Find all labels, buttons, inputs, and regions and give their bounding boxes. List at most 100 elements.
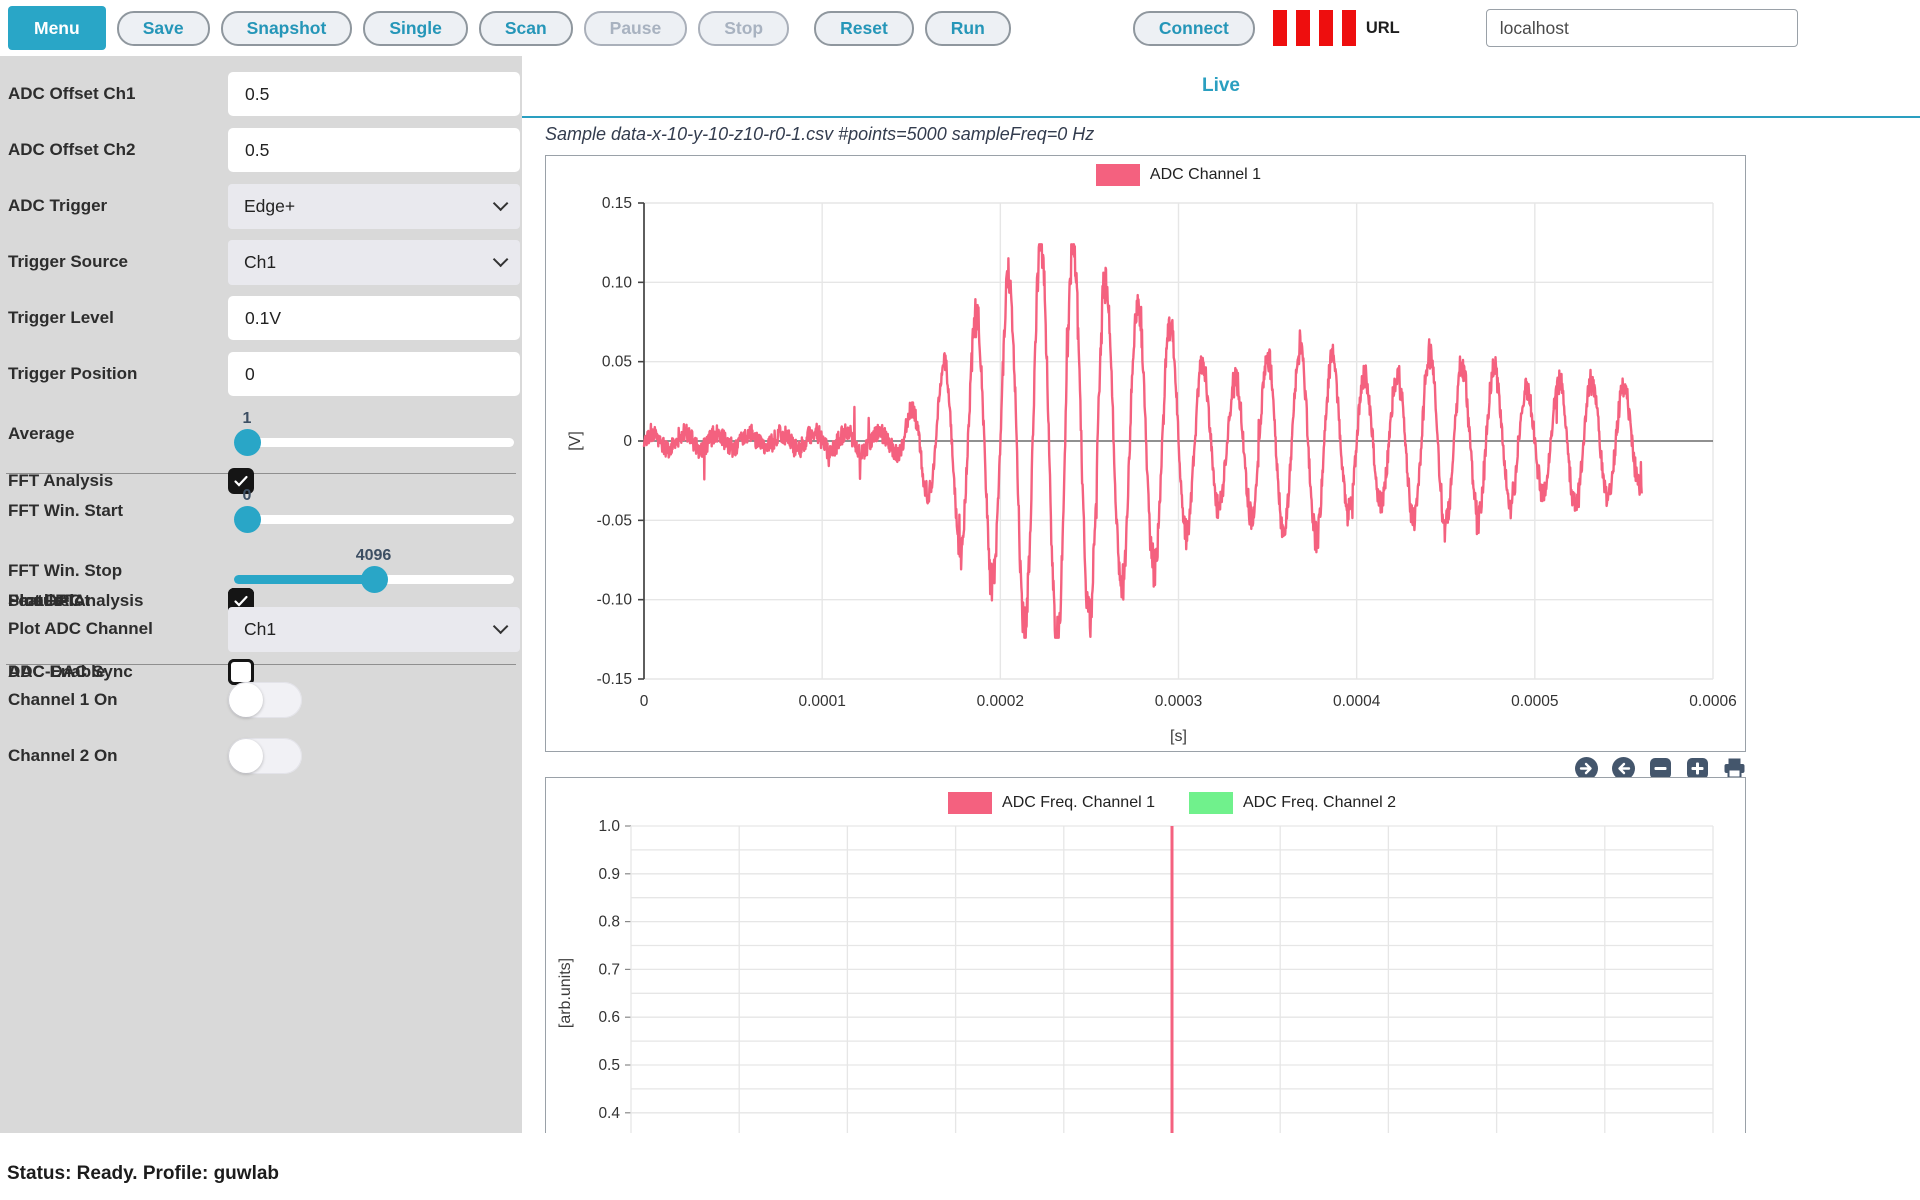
url-label: URL <box>1366 19 1400 38</box>
x-axis-title: [s] <box>1170 728 1187 745</box>
trigger-source-control: Ch1 <box>228 240 520 285</box>
y-tick-label: -0.10 <box>597 592 633 609</box>
sidebar: ADC Offset Ch1ADC Offset Ch2ADC TriggerE… <box>0 56 522 1133</box>
y-tick-label: -0.05 <box>597 512 632 529</box>
red-bar <box>1342 10 1356 46</box>
fft-win-start-value: 0 <box>243 487 252 505</box>
slider-fill <box>234 575 375 584</box>
y-tick-label: 0.5 <box>598 1057 620 1074</box>
channel-1-on-label: Channel 1 On <box>8 690 118 710</box>
frequency-plot: 1.00.90.80.70.60.50.4[arb.units] <box>546 778 1745 1133</box>
y-tick-label: 0.8 <box>598 914 620 931</box>
time-domain-plot: 00.00010.00020.00030.00040.00050.00060.1… <box>546 156 1745 751</box>
slider-track[interactable] <box>234 438 514 447</box>
toggle-knob <box>229 683 263 717</box>
save-button[interactable]: Save <box>117 11 210 46</box>
adc-offset-ch2-input[interactable] <box>228 128 520 172</box>
chevron-down-icon <box>493 251 509 267</box>
channel-2-on-control <box>228 738 520 774</box>
y-tick-label: -0.15 <box>597 671 632 688</box>
single-button[interactable]: Single <box>363 11 468 46</box>
x-tick-label: 0.0002 <box>977 693 1024 710</box>
sidebar-row-trigger-level: Trigger Level <box>0 290 522 346</box>
slider-track[interactable] <box>234 515 514 524</box>
status-bar: Status: Ready. Profile: guwlab <box>0 1133 1920 1200</box>
sidebar-row-plot-adc-channel: Plot ADC Channel Ch1 <box>0 601 522 657</box>
adc-trigger-value: Edge+ <box>244 196 295 217</box>
trigger-position-control <box>228 352 520 396</box>
toggle-knob <box>229 739 263 773</box>
trigger-position-input[interactable] <box>228 352 520 396</box>
plot-adc-channel-control: Ch1 <box>228 607 520 652</box>
y-tick-label: 0.9 <box>598 866 620 883</box>
tab-live[interactable]: Live <box>1202 75 1240 97</box>
trigger-source-label: Trigger Source <box>8 252 128 272</box>
x-tick-label: 0.0006 <box>1689 693 1736 710</box>
scan-button[interactable]: Scan <box>479 11 573 46</box>
frequency-chart: ADC Freq. Channel 1 ADC Freq. Channel 2 … <box>545 777 1746 1133</box>
y-tick-label: 0.15 <box>602 195 632 212</box>
app-root: Menu Save Snapshot Single Scan Pause Stop Reset… <box>0 0 1920 1200</box>
stop-button: Stop <box>698 11 789 46</box>
trigger-position-label: Trigger Position <box>8 364 137 384</box>
trigger-level-label: Trigger Level <box>8 308 114 328</box>
average-label: Average <box>8 424 74 444</box>
plot-adc-channel-value: Ch1 <box>244 619 276 640</box>
fft-win-stop-slider[interactable]: 4096 <box>234 549 514 593</box>
main-area: Live Sample data-x-10-y-10-z10-r0-1.csv … <box>522 56 1920 1133</box>
url-input[interactable] <box>1486 9 1798 47</box>
toolbar: Menu Save Snapshot Single Scan Pause Stop Reset… <box>0 0 1920 56</box>
channel-1-on-control <box>228 682 520 718</box>
average-slider-thumb[interactable] <box>234 429 261 456</box>
sidebar-row-trigger-position: Trigger Position <box>0 346 522 402</box>
chart-title: Sample data-x-10-y-10-z10-r0-1.csv #poin… <box>545 124 1094 145</box>
y-tick-label: 0 <box>623 433 632 450</box>
adc-offset-ch1-control <box>228 72 520 116</box>
average-value: 1 <box>243 410 252 428</box>
status-text: Status: Ready. Profile: guwlab <box>7 1163 279 1185</box>
channel-1-on-toggle[interactable] <box>228 682 302 718</box>
adc-trigger-control: Edge+ <box>228 184 520 229</box>
x-tick-label: 0.0003 <box>1155 693 1202 710</box>
y-axis-title: [V] <box>567 431 584 451</box>
run-button[interactable]: Run <box>925 11 1011 46</box>
trigger-source-value: Ch1 <box>244 252 276 273</box>
y-tick-label: 0.6 <box>598 1009 620 1026</box>
menu-button[interactable]: Menu <box>8 6 106 50</box>
x-tick-label: 0.0005 <box>1511 693 1558 710</box>
reset-button[interactable]: Reset <box>814 11 914 46</box>
y-tick-label: 0.7 <box>598 961 620 978</box>
sidebar-row-channel-1-on: Channel 1 On <box>0 672 522 728</box>
trigger-level-input[interactable] <box>228 296 520 340</box>
plot-adc-channel-label: Plot ADC Channel <box>8 619 153 639</box>
fft-win-stop-control: 4096 <box>228 549 520 593</box>
x-tick-label: 0 <box>640 693 649 710</box>
connect-button[interactable]: Connect <box>1133 11 1255 46</box>
chevron-down-icon <box>493 195 509 211</box>
y-tick-label: 0.10 <box>602 274 633 291</box>
adc-trigger-select[interactable]: Edge+ <box>228 184 520 229</box>
average-slider[interactable]: 1 <box>234 412 514 456</box>
fft-win-start-slider-thumb[interactable] <box>234 506 261 533</box>
adc-offset-ch1-input[interactable] <box>228 72 520 116</box>
plot-adc-channel-select[interactable]: Ch1 <box>228 607 520 652</box>
trigger-level-control <box>228 296 520 340</box>
adc-offset-ch2-label: ADC Offset Ch2 <box>8 140 136 160</box>
connection-status-icon <box>1273 10 1356 46</box>
fft-win-start-slider[interactable]: 0 <box>234 489 514 533</box>
chevron-down-icon <box>493 618 509 634</box>
y-tick-label: 0.4 <box>598 1105 620 1122</box>
sidebar-row-channel-2-on: Channel 2 On <box>0 728 522 784</box>
tab-bar: Live <box>522 56 1920 118</box>
trigger-source-select[interactable]: Ch1 <box>228 240 520 285</box>
average-control: 1 <box>228 412 520 456</box>
fft-win-start-label: FFT Win. Start <box>8 501 123 521</box>
red-bar <box>1296 10 1310 46</box>
x-tick-label: 0.0001 <box>798 693 845 710</box>
channel-2-on-toggle[interactable] <box>228 738 302 774</box>
sidebar-row-average: Average 1 <box>0 402 522 466</box>
pause-button: Pause <box>584 11 688 46</box>
fft-win-stop-label: FFT Win. Stop <box>8 561 122 581</box>
snapshot-button[interactable]: Snapshot <box>221 11 353 46</box>
sidebar-row-adc-offset-ch2: ADC Offset Ch2 <box>0 122 522 178</box>
